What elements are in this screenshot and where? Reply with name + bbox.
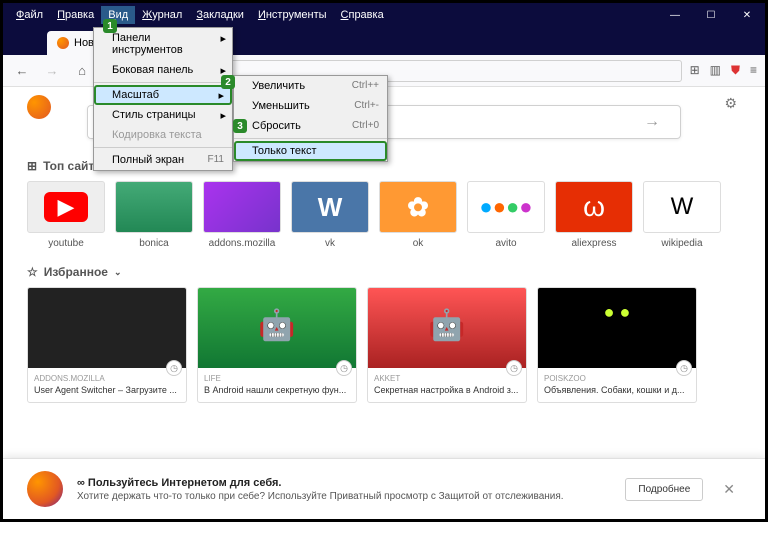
tile-addons.mozilla[interactable]: addons.mozilla [203,181,281,249]
favorites-header[interactable]: ☆ Избранное ⌄ [27,265,741,279]
grid-icon: ⊞ [27,159,37,173]
menu-item[interactable]: Только текст [234,141,387,161]
titlebar: ФайлПравкаВидЖурналЗакладкиИнструментыСп… [3,3,765,27]
home-button[interactable]: ⌂ [71,60,93,82]
forward-button[interactable]: → [41,60,63,82]
card[interactable]: 🤖◷AKKETСекретная настройка в Android з..… [367,287,527,403]
menu-закладки[interactable]: Закладки [189,6,251,24]
annotation-1: 1 [103,19,117,33]
maximize-button[interactable]: ☐ [693,3,729,27]
menubar: ФайлПравкаВидЖурналЗакладкиИнструментыСп… [3,6,391,24]
tile-vk[interactable]: Wvk [291,181,369,249]
favorites-cards: ◷ADDONS.MOZILLAUser Agent Switcher – Заг… [27,287,741,403]
card[interactable]: 🤖◷LIFEВ Android нашли секретную фун... [197,287,357,403]
minimize-button[interactable]: — [657,3,693,27]
private-browsing-banner: ∞ Пользуйтесь Интернетом для себя. Хотит… [3,458,765,519]
toolbar-icons: ⊞ ▥ ⛊ ≡ [690,63,757,78]
tile-bonica[interactable]: bonica [115,181,193,249]
mask-icon: ∞ [77,477,85,489]
menu-item: Кодировка текста [94,125,232,145]
menu-item[interactable]: Стиль страницы▸ [94,105,232,125]
library-icon[interactable]: ⊞ [690,63,700,78]
menu-правка[interactable]: Правка [50,6,101,24]
shield-icon[interactable]: ⛊ [731,63,740,78]
menu-item[interactable]: Боковая панель▸ [94,60,232,80]
chevron-down-icon: ⌄ [114,267,122,278]
menu-item[interactable]: Масштаб▸ [94,85,232,105]
menu-инструменты[interactable]: Инструменты [251,6,334,24]
tile-youtube[interactable]: ▶youtube [27,181,105,249]
menu-справка[interactable]: Справка [334,6,391,24]
menu-item[interactable]: УвеличитьCtrl++ [234,76,387,96]
window-controls: — ☐ ✕ [657,3,765,27]
view-menu-dropdown: Панели инструментов▸Боковая панель▸Масшт… [93,27,233,171]
close-button[interactable]: ✕ [729,3,765,27]
tile-ok[interactable]: ✿ok [379,181,457,249]
menu-item[interactable]: УменьшитьCtrl+- [234,96,387,116]
tab-label: Нов [74,37,94,49]
card[interactable]: ● ●◷POISKZOOОбъявления. Собаки, кошки и … [537,287,697,403]
firefox-icon [57,37,69,49]
sidebar-icon[interactable]: ▥ [710,63,721,78]
zoom-submenu-dropdown: УвеличитьCtrl++УменьшитьCtrl+-СброситьCt… [233,75,388,162]
menu-файл[interactable]: Файл [9,6,50,24]
menu-icon[interactable]: ≡ [750,63,757,78]
banner-text: ∞ Пользуйтесь Интернетом для себя. Хотит… [77,477,611,502]
top-sites-tiles: ▶youtubebonicaaddons.mozillaWvk✿ok●●●●av… [27,181,741,249]
menu-item[interactable]: Полный экранF11 [94,150,232,170]
menu-журнал[interactable]: Журнал [135,6,189,24]
learn-more-button[interactable]: Подробнее [625,478,703,501]
tile-wikipedia[interactable]: Wwikipedia [643,181,721,249]
close-icon[interactable]: ✕ [717,481,741,498]
menu-item[interactable]: СброситьCtrl+0 [234,116,387,136]
tile-aliexpress[interactable]: ωaliexpress [555,181,633,249]
card[interactable]: ◷ADDONS.MOZILLAUser Agent Switcher – Заг… [27,287,187,403]
firefox-logo-icon [27,471,63,507]
annotation-2: 2 [221,75,235,89]
annotation-3: 3 [233,119,247,133]
star-icon: ☆ [27,265,38,279]
back-button[interactable]: ← [11,60,33,82]
tile-avito[interactable]: ●●●●avito [467,181,545,249]
